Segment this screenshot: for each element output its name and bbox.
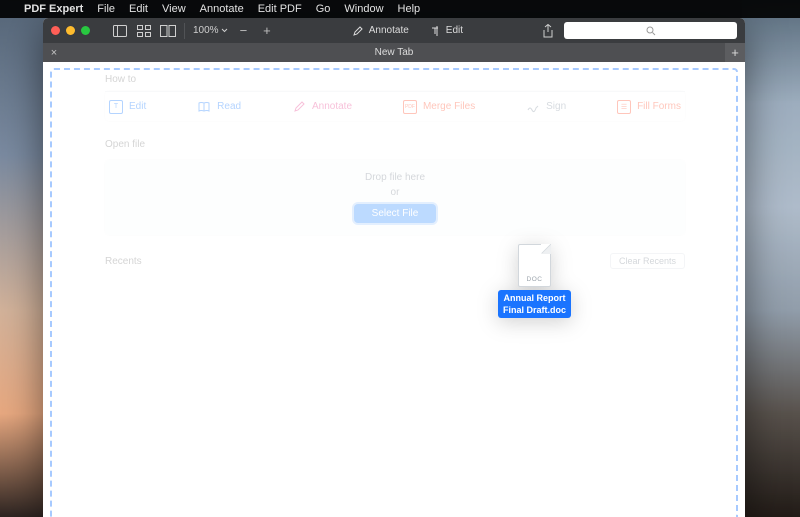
menu-help[interactable]: Help bbox=[398, 3, 421, 15]
recents-section-label: Recents bbox=[105, 256, 142, 267]
menu-view[interactable]: View bbox=[162, 3, 186, 15]
select-file-button[interactable]: Select File bbox=[354, 204, 437, 223]
chevron-down-icon bbox=[221, 28, 228, 33]
howto-section-label: How to bbox=[105, 68, 685, 91]
annotate-mode-button[interactable]: Annotate bbox=[346, 25, 415, 37]
edit-mode-button[interactable]: Edit bbox=[423, 25, 469, 37]
signature-icon bbox=[526, 100, 540, 114]
howto-fill[interactable]: ☰ Fill Forms bbox=[617, 100, 681, 114]
pen-icon bbox=[352, 25, 364, 37]
howto-sign-label: Sign bbox=[546, 101, 566, 112]
howto-annotate[interactable]: Annotate bbox=[292, 100, 352, 114]
howto-row: T Edit Read Annotate PDF Merge Files bbox=[105, 91, 685, 121]
sidebar-toggle-icon[interactable] bbox=[112, 24, 128, 38]
window-toolbar: 100% − + Annotate Edit bbox=[43, 18, 745, 43]
text-edit-icon bbox=[429, 25, 441, 37]
window-close-button[interactable] bbox=[51, 26, 60, 35]
zoom-out-button[interactable]: − bbox=[236, 23, 252, 38]
menu-go[interactable]: Go bbox=[316, 3, 331, 15]
pdf-merge-icon: PDF bbox=[403, 100, 417, 114]
howto-read[interactable]: Read bbox=[197, 100, 241, 114]
howto-fill-label: Fill Forms bbox=[637, 101, 681, 112]
clear-recents-button[interactable]: Clear Recents bbox=[610, 253, 685, 269]
menu-edit[interactable]: Edit bbox=[129, 3, 148, 15]
howto-read-label: Read bbox=[217, 101, 241, 112]
desktop-wallpaper-right bbox=[742, 0, 800, 517]
dropzone-or: or bbox=[105, 185, 685, 200]
zoom-value: 100% bbox=[193, 25, 219, 36]
new-tab-button[interactable]: + bbox=[725, 43, 745, 62]
form-icon: ☰ bbox=[617, 100, 631, 114]
file-name-label: Annual Report Final Draft.doc bbox=[498, 290, 571, 318]
menu-annotate[interactable]: Annotate bbox=[200, 3, 244, 15]
content-area[interactable]: How to T Edit Read Annotate bbox=[43, 62, 745, 517]
window-minimize-button[interactable] bbox=[66, 26, 75, 35]
window-maximize-button[interactable] bbox=[81, 26, 90, 35]
tab-bar: × New Tab + bbox=[43, 43, 745, 62]
zoom-control[interactable]: 100% bbox=[193, 25, 228, 36]
howto-merge[interactable]: PDF Merge Files bbox=[403, 100, 475, 114]
text-icon: T bbox=[109, 100, 123, 114]
pencil-icon bbox=[292, 100, 306, 114]
app-menu[interactable]: PDF Expert bbox=[24, 3, 83, 15]
howto-sign[interactable]: Sign bbox=[526, 100, 566, 114]
macos-menubar: PDF Expert File Edit View Annotate Edit … bbox=[0, 0, 800, 18]
edit-label: Edit bbox=[446, 25, 463, 36]
book-icon bbox=[197, 100, 211, 114]
openfile-section-label: Open file bbox=[105, 133, 685, 156]
split-view-icon[interactable] bbox=[160, 24, 176, 38]
toolbar-divider bbox=[184, 23, 185, 39]
howto-edit[interactable]: T Edit bbox=[109, 100, 146, 114]
tab-title: New Tab bbox=[43, 47, 745, 58]
annotate-label: Annotate bbox=[369, 25, 409, 36]
share-icon[interactable] bbox=[540, 24, 556, 38]
dropzone[interactable]: Drop file here or Select File bbox=[105, 160, 685, 235]
menu-window[interactable]: Window bbox=[344, 3, 383, 15]
howto-edit-label: Edit bbox=[129, 101, 146, 112]
search-field[interactable] bbox=[564, 22, 737, 39]
thumbnails-icon[interactable] bbox=[136, 24, 152, 38]
menu-editpdf[interactable]: Edit PDF bbox=[258, 3, 302, 15]
howto-merge-label: Merge Files bbox=[423, 101, 475, 112]
dragged-file[interactable]: DOC Annual Report Final Draft.doc bbox=[498, 244, 571, 318]
app-window: 100% − + Annotate Edit × New Tab + How t… bbox=[43, 18, 745, 517]
search-icon bbox=[646, 26, 656, 36]
menu-file[interactable]: File bbox=[97, 3, 115, 15]
file-extension: DOC bbox=[519, 276, 550, 283]
dropzone-text: Drop file here bbox=[105, 170, 685, 185]
file-icon: DOC bbox=[518, 244, 551, 287]
howto-annotate-label: Annotate bbox=[312, 101, 352, 112]
window-controls bbox=[51, 26, 90, 35]
tab-close-button[interactable]: × bbox=[43, 47, 65, 59]
zoom-in-button[interactable]: + bbox=[259, 23, 275, 38]
